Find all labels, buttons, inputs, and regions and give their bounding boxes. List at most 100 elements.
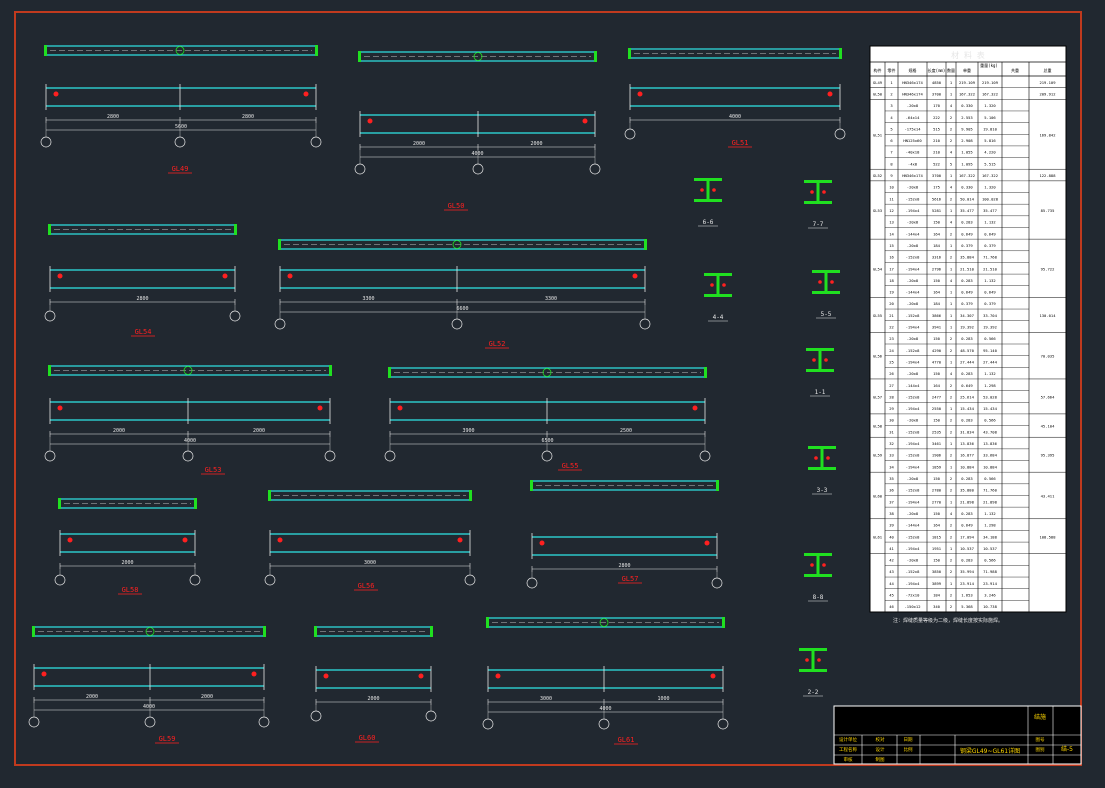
table-cell: -175x14 bbox=[904, 126, 921, 131]
table-cell: 95.140 bbox=[983, 348, 997, 353]
table-cell: 2 bbox=[950, 383, 952, 388]
total-dimension: 6600 bbox=[456, 306, 468, 312]
table-cell: 1951 bbox=[932, 546, 942, 551]
table-cell: 15 bbox=[889, 243, 894, 248]
table-cell: 515 bbox=[933, 126, 940, 131]
section-bottom-flange bbox=[806, 369, 834, 372]
table-cell: 24 bbox=[889, 348, 894, 353]
table-cell: 1.055 bbox=[961, 150, 972, 155]
table-cell: 100.028 bbox=[982, 196, 999, 201]
table-cell: 5.368 bbox=[961, 604, 973, 609]
section-label: 4-4 bbox=[713, 314, 724, 321]
table-cell: 9.905 bbox=[961, 126, 972, 131]
end-plate-right bbox=[234, 224, 237, 235]
total-dimension: 4000 bbox=[184, 438, 196, 444]
group-name: GL59 bbox=[873, 453, 883, 458]
table-cell: 1906 bbox=[932, 453, 942, 458]
section-top-flange bbox=[806, 348, 834, 351]
table-cell: 17 bbox=[889, 266, 894, 271]
drawing-name: 钢梁GL49~GL61详图 bbox=[960, 747, 1020, 755]
table-cell: 219.109 bbox=[959, 80, 976, 85]
table-cell: 0.283 bbox=[961, 371, 972, 376]
table-cell: 3941 bbox=[932, 325, 942, 330]
segment-dimension: 2000 bbox=[253, 428, 265, 434]
section-top-flange bbox=[704, 273, 732, 276]
table-cell: 2535 bbox=[932, 429, 941, 434]
end-plate-right bbox=[644, 239, 647, 250]
table-cell: 30 bbox=[889, 418, 894, 423]
table-cell: 184 bbox=[933, 593, 941, 598]
table-cell: 71.760 bbox=[983, 488, 997, 493]
table-cell: 150 bbox=[933, 220, 941, 225]
group-total: 122.888 bbox=[1039, 173, 1056, 178]
table-cell: -194x4 bbox=[906, 581, 920, 586]
segment-dimension: 2800 bbox=[107, 114, 119, 120]
group-total: 85.735 bbox=[1041, 208, 1055, 213]
total-dimension: 4000 bbox=[599, 706, 611, 712]
table-cell: 45 bbox=[889, 593, 894, 598]
table-cell: 27 bbox=[889, 383, 894, 388]
table-cell: -152x8 bbox=[906, 569, 920, 574]
titleblock-label: 图号 bbox=[1036, 737, 1045, 743]
section-bolt bbox=[812, 358, 816, 362]
table-cell: -144x4 bbox=[906, 290, 920, 295]
titleblock-label: 设计单位 bbox=[839, 736, 857, 743]
table-cell: 2 bbox=[950, 534, 952, 539]
table-cell: 39 bbox=[889, 523, 894, 528]
table-cell: 2 bbox=[950, 231, 952, 236]
segment-dimension: 2000 bbox=[201, 694, 213, 700]
group-name: GL55 bbox=[873, 313, 882, 318]
section-web bbox=[816, 183, 820, 201]
table-cell: 33 bbox=[889, 453, 894, 458]
group-total: 130.014 bbox=[1039, 313, 1056, 318]
bolt-group-right bbox=[182, 537, 188, 543]
table-cell: 2 bbox=[950, 476, 952, 481]
table-cell: -194x4 bbox=[906, 546, 920, 551]
table-cell: -20x8 bbox=[907, 185, 919, 190]
table-cell: -144x4 bbox=[906, 383, 920, 388]
end-plate-right bbox=[329, 365, 332, 376]
segment-dimension: 3300 bbox=[362, 296, 374, 302]
table-cell: 0.566 bbox=[984, 476, 996, 481]
bolt-group-left bbox=[397, 405, 403, 411]
table-cell: 1.132 bbox=[984, 511, 995, 516]
table-cell: 10.537 bbox=[960, 546, 974, 551]
table-cell: 0.649 bbox=[961, 231, 973, 236]
section-web bbox=[716, 276, 720, 294]
table-cell: 23.914 bbox=[960, 581, 974, 586]
title-block: 设计单位工程名称审核 校对设计制图 日期比例 图号图别 钢梁GL49~GL61详图 结… bbox=[833, 705, 1082, 765]
table-cell: -20x8 bbox=[907, 220, 919, 225]
table-cell: 26 bbox=[889, 371, 894, 376]
table-cell: -20x8 bbox=[907, 558, 919, 563]
table-cell: 1.095 bbox=[961, 161, 972, 166]
table-cell: 40 bbox=[889, 534, 894, 539]
table-cell: 4770 bbox=[932, 359, 942, 364]
table-cell: 0.283 bbox=[961, 418, 972, 423]
beam-title: GL60 bbox=[359, 734, 376, 742]
table-cell: 164 bbox=[933, 523, 941, 528]
table-cell: 35.880 bbox=[960, 488, 974, 493]
group-name: GL56 bbox=[873, 354, 883, 359]
end-plate-right bbox=[716, 480, 719, 491]
table-cell: 0.283 bbox=[961, 476, 972, 481]
table-cell: 2 bbox=[950, 429, 952, 434]
table-cell: 43.708 bbox=[983, 429, 997, 434]
segment-dimension: 1000 bbox=[657, 696, 669, 702]
bolt-group-left bbox=[287, 273, 293, 279]
table-cell: 184 bbox=[933, 243, 941, 248]
table-cell: 36 bbox=[889, 488, 894, 493]
beam-title: GL51 bbox=[732, 139, 749, 147]
table-cell: 2 bbox=[950, 418, 952, 423]
section-bolt bbox=[722, 283, 726, 287]
table-cell: 29 bbox=[889, 406, 894, 411]
table-cell: 10.884 bbox=[983, 464, 997, 469]
table-cell: 35.994 bbox=[960, 569, 974, 574]
material-table: 材 料 表 构件 零件 规格 长度(mm) 数量重量(kg)单重 共重 总重1 HN346x1… bbox=[869, 45, 1067, 613]
bolt-group-right bbox=[582, 118, 588, 124]
table-cell: 167.322 bbox=[959, 91, 975, 96]
table-cell: -152x8 bbox=[906, 453, 920, 458]
table-cell: 164 bbox=[933, 290, 941, 295]
table-cell: 23.914 bbox=[983, 581, 997, 586]
titleblock-label: 审核 bbox=[844, 756, 853, 763]
table-cell: 28 bbox=[889, 394, 894, 399]
